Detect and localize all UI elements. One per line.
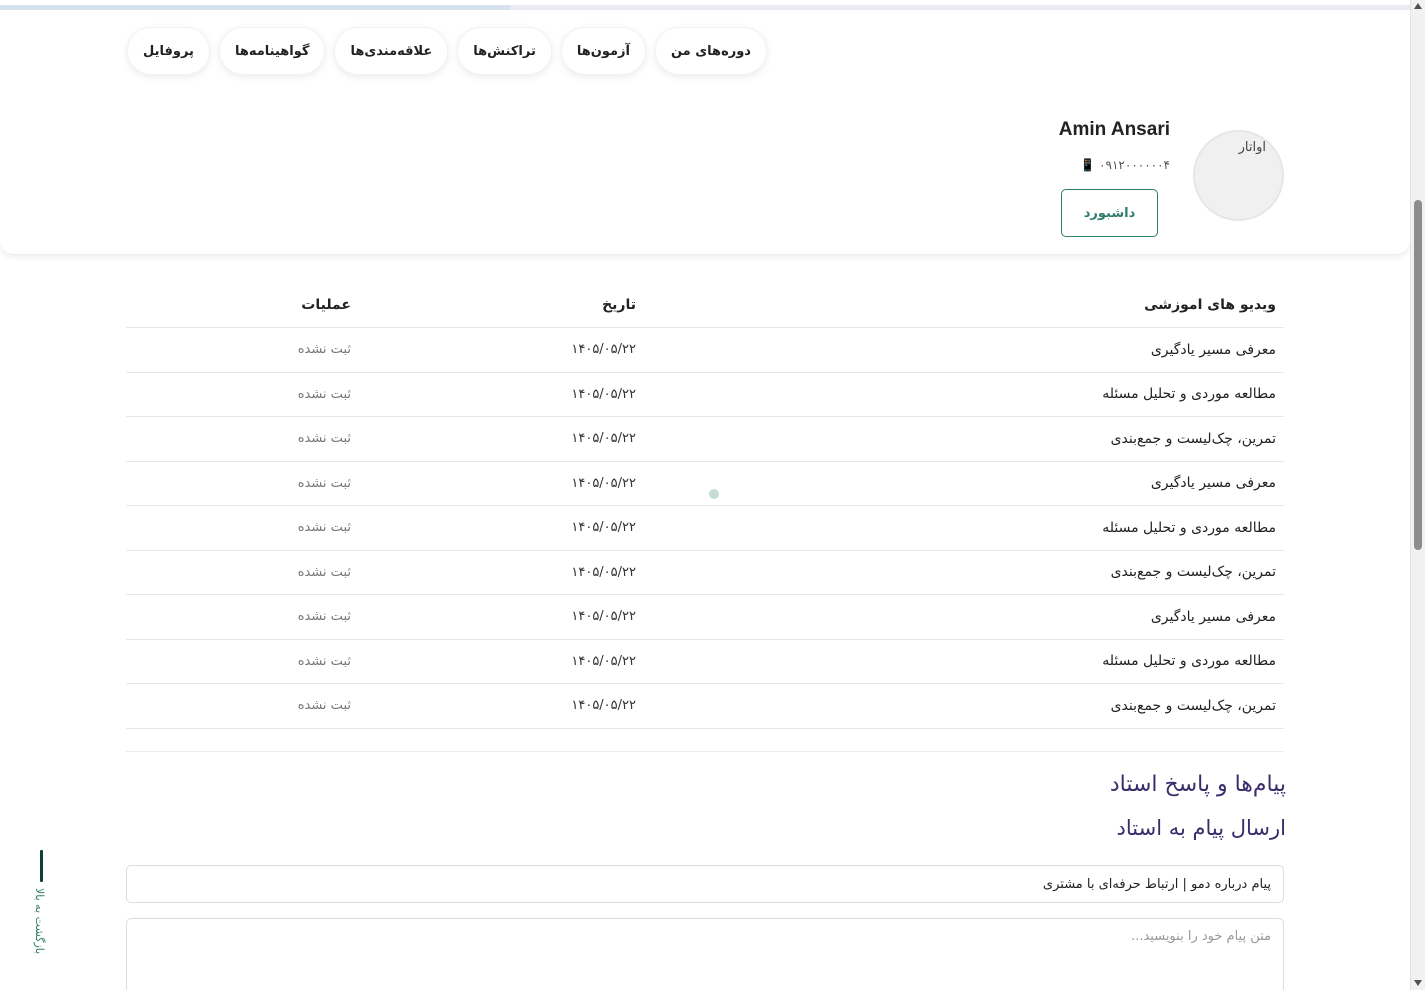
row-status: ثبت نشده bbox=[297, 520, 351, 536]
row-status: ثبت نشده bbox=[297, 431, 351, 447]
tab-my-courses[interactable]: دوره‌های من bbox=[654, 27, 767, 75]
loading-dot-icon bbox=[709, 489, 719, 499]
send-message-title: ارسال پیام به استاد bbox=[1116, 816, 1286, 840]
row-status: ثبت نشده bbox=[297, 342, 351, 358]
table-row: ثبت نشده ۱۴۰۵/۰۵/۲۲ معرفی مسیر یادگیری bbox=[126, 595, 1284, 640]
row-title[interactable]: مطالعه موردی و تحلیل مسئله bbox=[636, 653, 1284, 669]
table-row: ثبت نشده ۱۴۰۵/۰۵/۲۲ تمرین، چک‌لیست و جمع… bbox=[126, 684, 1284, 729]
row-status: ثبت نشده bbox=[297, 653, 351, 669]
row-title[interactable]: معرفی مسیر یادگیری bbox=[636, 475, 1284, 491]
messages-title: پیام‌ها و پاسخ استاد bbox=[1109, 772, 1286, 797]
row-status: ثبت نشده bbox=[297, 475, 351, 491]
tab-favorites[interactable]: علاقه‌مندی‌ها bbox=[334, 27, 449, 75]
header-date: تاریخ bbox=[602, 297, 636, 313]
scrollbar-thumb[interactable] bbox=[1414, 200, 1422, 550]
page-scrollbar[interactable] bbox=[1410, 0, 1425, 990]
table-row: ثبت نشده ۱۴۰۵/۰۵/۲۲ مطالعه موردی و تحلیل… bbox=[126, 506, 1284, 551]
avatar[interactable]: اواتار bbox=[1193, 130, 1284, 221]
row-date: ۱۴۰۵/۰۵/۲۲ bbox=[571, 431, 636, 447]
divider bbox=[126, 751, 1284, 752]
row-status: ثبت نشده bbox=[297, 564, 351, 580]
row-title[interactable]: تمرین، چک‌لیست و جمع‌بندی bbox=[636, 564, 1284, 580]
row-date: ۱۴۰۵/۰۵/۲۲ bbox=[571, 520, 636, 536]
scroll-down-arrow-icon[interactable] bbox=[1414, 980, 1422, 986]
row-status: ثبت نشده bbox=[297, 609, 351, 625]
row-date: ۱۴۰۵/۰۵/۲۲ bbox=[571, 653, 636, 669]
row-date: ۱۴۰۵/۰۵/۲۲ bbox=[571, 386, 636, 402]
row-date: ۱۴۰۵/۰۵/۲۲ bbox=[571, 609, 636, 625]
table-row: ثبت نشده ۱۴۰۵/۰۵/۲۲ تمرین، چک‌لیست و جمع… bbox=[126, 551, 1284, 595]
dashboard-button[interactable]: داشبورد bbox=[1061, 189, 1158, 237]
profile-name: Amin Ansari bbox=[1058, 119, 1170, 140]
header-title: ویدیو های اموزشی bbox=[1144, 297, 1276, 313]
table-row: ثبت نشده ۱۴۰۵/۰۵/۲۲ معرفی مسیر یادگیری bbox=[126, 328, 1284, 373]
back-to-top-label: بازگشت به بالا bbox=[33, 888, 46, 955]
table-header: عملیات تاریخ ویدیو های اموزشی bbox=[126, 283, 1284, 328]
row-title[interactable]: مطالعه موردی و تحلیل مسئله bbox=[636, 386, 1284, 402]
tab-transactions[interactable]: تراکنش‌ها bbox=[457, 27, 552, 75]
message-subject-input[interactable] bbox=[126, 865, 1284, 903]
videos-table: عملیات تاریخ ویدیو های اموزشی ثبت نشده ۱… bbox=[126, 283, 1284, 729]
tab-exams[interactable]: آزمون‌ها bbox=[560, 27, 646, 75]
scroll-up-arrow-icon[interactable] bbox=[1414, 3, 1422, 9]
back-to-top-button[interactable]: بازگشت به بالا bbox=[28, 850, 56, 962]
profile-tabs: دوره‌های من آزمون‌ها تراکنش‌ها علاقه‌مند… bbox=[127, 27, 767, 75]
table-row: ثبت نشده ۱۴۰۵/۰۵/۲۲ مطالعه موردی و تحلیل… bbox=[126, 373, 1284, 417]
row-date: ۱۴۰۵/۰۵/۲۲ bbox=[571, 564, 636, 580]
avatar-alt-text: اواتار bbox=[1238, 140, 1266, 155]
header-ops: عملیات bbox=[301, 297, 351, 313]
row-date: ۱۴۰۵/۰۵/۲۲ bbox=[571, 698, 636, 714]
back-to-top-bar-icon bbox=[40, 850, 43, 882]
row-status: ثبت نشده bbox=[297, 386, 351, 402]
profile-phone: ۰۹۱۲۰۰۰۰۰۰۴ 📱 bbox=[1080, 158, 1170, 172]
row-title[interactable]: مطالعه موردی و تحلیل مسئله bbox=[636, 520, 1284, 536]
message-body-textarea[interactable] bbox=[126, 918, 1284, 990]
row-date: ۱۴۰۵/۰۵/۲۲ bbox=[571, 342, 636, 358]
row-title[interactable]: معرفی مسیر یادگیری bbox=[636, 342, 1284, 358]
row-date: ۱۴۰۵/۰۵/۲۲ bbox=[571, 475, 636, 491]
tab-certificates[interactable]: گواهینامه‌ها bbox=[218, 27, 326, 75]
row-status: ثبت نشده bbox=[297, 698, 351, 714]
tab-profile[interactable]: پروفایل bbox=[127, 27, 210, 75]
table-row: ثبت نشده ۱۴۰۵/۰۵/۲۲ معرفی مسیر یادگیری bbox=[126, 462, 1284, 506]
table-row: ثبت نشده ۱۴۰۵/۰۵/۲۲ تمرین، چک‌لیست و جمع… bbox=[126, 417, 1284, 462]
row-title[interactable]: تمرین، چک‌لیست و جمع‌بندی bbox=[636, 698, 1284, 714]
row-title[interactable]: معرفی مسیر یادگیری bbox=[636, 609, 1284, 625]
row-title[interactable]: تمرین، چک‌لیست و جمع‌بندی bbox=[636, 431, 1284, 447]
table-row: ثبت نشده ۱۴۰۵/۰۵/۲۲ مطالعه موردی و تحلیل… bbox=[126, 640, 1284, 684]
